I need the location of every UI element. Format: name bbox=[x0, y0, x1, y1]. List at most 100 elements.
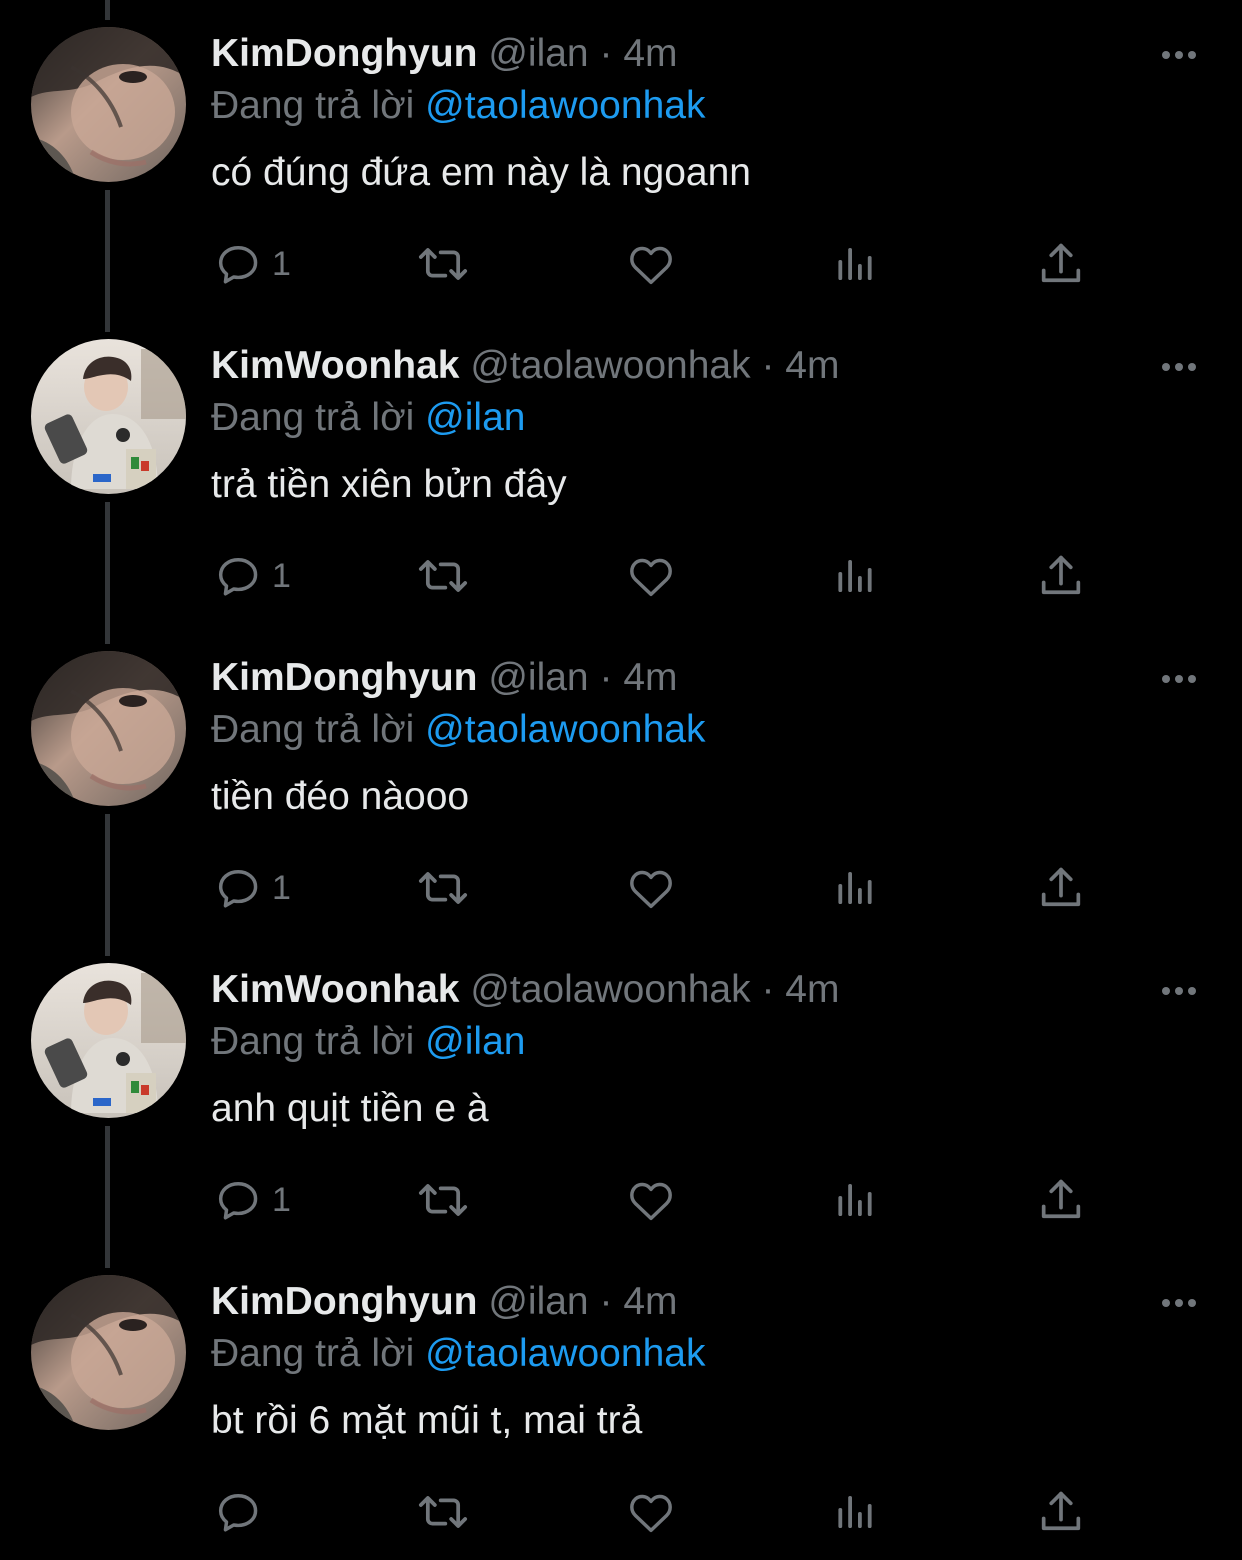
retweet-arrows-icon bbox=[418, 872, 468, 904]
thread-connector-line bbox=[105, 936, 110, 956]
reply-button[interactable]: 1 bbox=[212, 1168, 291, 1232]
tweet[interactable]: KimDonghyun @ilan · 4m Đang trả lời @tao… bbox=[0, 0, 1242, 312]
separator-dot: · bbox=[599, 1280, 613, 1323]
tweet-text: tiền đéo nàooo bbox=[211, 775, 470, 818]
retweet-button[interactable] bbox=[415, 232, 471, 296]
bar-chart-icon bbox=[838, 1184, 872, 1216]
avatar[interactable] bbox=[31, 651, 186, 806]
timestamp[interactable]: 4m bbox=[785, 968, 839, 1011]
avatar[interactable] bbox=[31, 1275, 186, 1430]
tweet[interactable]: KimDonghyun @ilan · 4m Đang trả lời @tao… bbox=[0, 1248, 1242, 1560]
replying-to: Đang trả lời @taolawoonhak bbox=[211, 704, 705, 756]
separator-dot: · bbox=[599, 656, 613, 699]
like-button[interactable] bbox=[625, 232, 677, 296]
user-handle[interactable]: @taolawoonhak bbox=[470, 968, 750, 1011]
retweet-button[interactable] bbox=[415, 1480, 471, 1544]
display-name[interactable]: KimWoonhak bbox=[211, 968, 459, 1011]
action-bar: 1 bbox=[200, 232, 1100, 296]
user-handle[interactable]: @ilan bbox=[488, 656, 588, 699]
display-name[interactable]: KimDonghyun bbox=[211, 1280, 477, 1323]
mention-link[interactable]: @ilan bbox=[425, 1020, 525, 1063]
share-upload-icon bbox=[1041, 243, 1081, 283]
mention-link[interactable]: @taolawoonhak bbox=[425, 1332, 705, 1375]
reply-button[interactable]: 1 bbox=[212, 232, 291, 296]
like-button[interactable] bbox=[625, 1480, 677, 1544]
like-button[interactable] bbox=[625, 1168, 677, 1232]
more-options-button[interactable] bbox=[1154, 352, 1204, 382]
retweet-button[interactable] bbox=[415, 544, 471, 608]
more-options-button[interactable] bbox=[1154, 1288, 1204, 1318]
tweet[interactable]: KimWoonhak @taolawoonhak · 4m Đang trả l… bbox=[0, 312, 1242, 624]
retweet-button[interactable] bbox=[415, 1168, 471, 1232]
replying-to: Đang trả lời @taolawoonhak bbox=[211, 80, 705, 132]
share-button[interactable] bbox=[1035, 1480, 1087, 1544]
views-button[interactable] bbox=[832, 1480, 880, 1544]
user-handle[interactable]: @ilan bbox=[488, 1280, 588, 1323]
tweet-text: anh quịt tiền e à bbox=[211, 1087, 489, 1130]
like-button[interactable] bbox=[625, 856, 677, 920]
more-options-button[interactable] bbox=[1154, 976, 1204, 1006]
action-bar: 1 bbox=[200, 1168, 1100, 1232]
tweet-thread: KimDonghyun @ilan · 4m Đang trả lời @tao… bbox=[0, 0, 1242, 1551]
action-bar bbox=[200, 1480, 1100, 1544]
mention-link[interactable]: @ilan bbox=[425, 396, 525, 439]
share-button[interactable] bbox=[1035, 1168, 1087, 1232]
like-button[interactable] bbox=[625, 544, 677, 608]
share-button[interactable] bbox=[1035, 856, 1087, 920]
replying-to-label: Đang trả lời bbox=[211, 84, 415, 127]
speech-bubble-icon bbox=[218, 870, 258, 908]
retweet-arrows-icon bbox=[418, 560, 468, 592]
reply-count: 1 bbox=[272, 244, 291, 283]
user-handle[interactable]: @taolawoonhak bbox=[470, 344, 750, 387]
thread-connector-line bbox=[105, 814, 110, 936]
speech-bubble-icon bbox=[218, 558, 258, 596]
heart-icon bbox=[630, 1494, 672, 1533]
share-button[interactable] bbox=[1035, 232, 1087, 296]
views-button[interactable] bbox=[832, 232, 880, 296]
speech-bubble-icon bbox=[218, 1182, 258, 1220]
timestamp[interactable]: 4m bbox=[623, 656, 677, 699]
retweet-button[interactable] bbox=[415, 856, 471, 920]
user-handle[interactable]: @ilan bbox=[488, 32, 588, 75]
replying-to: Đang trả lời @ilan bbox=[211, 392, 525, 444]
share-upload-icon bbox=[1041, 867, 1081, 907]
replying-to-label: Đang trả lời bbox=[211, 1020, 415, 1063]
bar-chart-icon bbox=[838, 1496, 872, 1528]
thread-connector-line bbox=[105, 190, 110, 312]
display-name[interactable]: KimWoonhak bbox=[211, 344, 459, 387]
display-name[interactable]: KimDonghyun bbox=[211, 32, 477, 75]
avatar[interactable] bbox=[31, 339, 186, 494]
timestamp[interactable]: 4m bbox=[623, 32, 677, 75]
reply-button[interactable] bbox=[212, 1480, 272, 1544]
ellipsis-icon bbox=[1162, 363, 1196, 371]
replying-to-label: Đang trả lời bbox=[211, 396, 415, 439]
reply-count: 1 bbox=[272, 1180, 291, 1219]
portrait-image bbox=[31, 651, 186, 806]
replying-to: Đang trả lời @taolawoonhak bbox=[211, 1328, 705, 1380]
mention-link[interactable]: @taolawoonhak bbox=[425, 708, 705, 751]
portrait-image bbox=[31, 1275, 186, 1430]
avatar[interactable] bbox=[31, 963, 186, 1118]
more-options-button[interactable] bbox=[1154, 40, 1204, 70]
timestamp[interactable]: 4m bbox=[623, 1280, 677, 1323]
portrait-image bbox=[31, 963, 186, 1118]
views-button[interactable] bbox=[832, 856, 880, 920]
tweet-text: có đúng đứa em này là ngoann bbox=[211, 151, 752, 194]
more-options-button[interactable] bbox=[1154, 664, 1204, 694]
display-name[interactable]: KimDonghyun bbox=[211, 656, 477, 699]
tweet-text: trả tiền xiên bửn đây bbox=[211, 463, 567, 506]
portrait-image bbox=[31, 339, 186, 494]
thread-connector-line bbox=[105, 1126, 110, 1248]
views-button[interactable] bbox=[832, 544, 880, 608]
timestamp[interactable]: 4m bbox=[785, 344, 839, 387]
tweet-header: KimWoonhak @taolawoonhak · 4m bbox=[211, 340, 839, 392]
share-button[interactable] bbox=[1035, 544, 1087, 608]
tweet[interactable]: KimWoonhak @taolawoonhak · 4m Đang trả l… bbox=[0, 936, 1242, 1248]
avatar[interactable] bbox=[31, 27, 186, 182]
reply-button[interactable]: 1 bbox=[212, 856, 291, 920]
views-button[interactable] bbox=[832, 1168, 880, 1232]
reply-button[interactable]: 1 bbox=[212, 544, 291, 608]
tweet[interactable]: KimDonghyun @ilan · 4m Đang trả lời @tao… bbox=[0, 624, 1242, 936]
tweet-header: KimDonghyun @ilan · 4m bbox=[211, 652, 678, 704]
mention-link[interactable]: @taolawoonhak bbox=[425, 84, 705, 127]
